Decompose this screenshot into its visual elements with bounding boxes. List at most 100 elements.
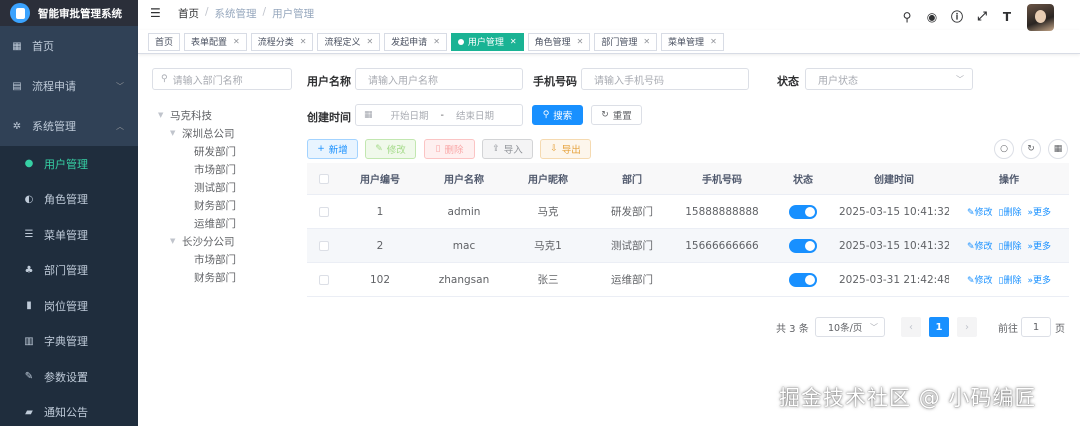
tag-home[interactable]: 首页 [148, 32, 181, 51]
select-all-checkbox[interactable] [319, 173, 329, 184]
tag-menu-management[interactable]: 菜单管理 ✕ [661, 32, 724, 51]
row-delete-link[interactable]: ▯删除 [999, 239, 1022, 252]
sidebar-item-system[interactable]: ✲ 系统管理 ︿ [0, 106, 138, 146]
close-icon[interactable]: ✕ [577, 37, 584, 46]
row-more-link[interactable]: »更多 [1028, 205, 1052, 218]
status-switch[interactable] [789, 238, 817, 253]
sidebar-item-posts[interactable]: ▮ 岗位管理 [0, 288, 138, 324]
tag-user-management[interactable]: 用户管理 ✕ [450, 32, 524, 51]
tag-process-definition[interactable]: 流程定义 ✕ [317, 32, 381, 51]
row-checkbox[interactable] [319, 274, 329, 285]
close-icon[interactable]: ✕ [710, 37, 717, 46]
start-date-input[interactable]: 开始日期 [391, 108, 429, 122]
phone-input[interactable]: 请输入手机号码 [581, 68, 749, 90]
row-edit-link[interactable]: ✎修改 [967, 205, 993, 218]
caret-down-icon: ▼ [170, 129, 176, 137]
sidebar-item-menus[interactable]: ☰ 菜单管理 [0, 217, 138, 253]
sidebar-item-depts[interactable]: ♣ 部门管理 [0, 253, 138, 289]
end-date-input[interactable]: 结束日期 [456, 108, 494, 122]
status-switch[interactable] [789, 204, 817, 219]
table-row[interactable]: 2 mac 马克1 测试部门 15666666666 2025-03-15 10… [307, 229, 1069, 263]
close-icon[interactable]: ✕ [643, 37, 650, 46]
prev-page-button[interactable]: ‹ [901, 317, 921, 337]
hamburger-icon[interactable]: ☰ [150, 6, 164, 20]
delete-button[interactable]: ▯ 删除 [424, 139, 475, 159]
tag-process-category[interactable]: 流程分类 ✕ [250, 32, 314, 51]
app-logo[interactable]: 智能审批管理系统 [0, 0, 138, 26]
github-icon[interactable]: ◉ [924, 9, 940, 25]
cell-created: 2025-03-15 10:41:32 [839, 239, 949, 252]
row-more-link[interactable]: »更多 [1028, 239, 1052, 252]
import-button[interactable]: ⇪ 导入 [482, 139, 533, 159]
edit-icon: ✎ [24, 371, 34, 383]
close-icon[interactable]: ✕ [233, 37, 240, 46]
column-header: 用户昵称 [528, 175, 568, 186]
avatar[interactable] [1027, 4, 1054, 31]
sidebar-item-dict[interactable]: ▥ 字典管理 [0, 324, 138, 360]
list-icon: ☰ [24, 229, 34, 241]
refresh-button[interactable]: ↻ [1021, 139, 1041, 159]
goto-suffix: 页 [1055, 324, 1065, 335]
close-icon[interactable]: ✕ [510, 37, 517, 46]
sidebar-item-home[interactable]: ▦ 首页 [0, 26, 138, 66]
goto-page-input[interactable]: 1 [1021, 317, 1051, 337]
fullscreen-icon[interactable]: ⤢ [974, 9, 990, 25]
row-checkbox[interactable] [319, 206, 329, 217]
status-select[interactable]: 用户状态 ﹀ [805, 68, 973, 90]
columns-button[interactable]: ▦ [1048, 139, 1068, 159]
close-icon[interactable]: ✕ [433, 37, 440, 46]
export-button[interactable]: ⇩ 导出 [540, 139, 591, 159]
navbar: ☰ 首页 / 系统管理 / 用户管理 ⚲ ◉ ⓘ ⤢ T [138, 0, 1080, 31]
tree-node[interactable]: 市场部门 [158, 250, 298, 268]
tree-node[interactable]: 财务部门 [158, 268, 298, 286]
sidebar-item-process-apply[interactable]: ▤ 流程申请 ﹀ [0, 66, 138, 106]
row-more-link[interactable]: »更多 [1028, 273, 1052, 286]
tree-node[interactable]: 市场部门 [158, 160, 298, 178]
close-icon[interactable]: ✕ [366, 37, 373, 46]
search-button[interactable]: ⚲ 搜索 [532, 105, 583, 125]
date-range-picker[interactable]: ▦ 开始日期 - 结束日期 [355, 104, 523, 126]
username-input[interactable]: 请输入用户名称 [355, 68, 523, 90]
row-edit-link[interactable]: ✎修改 [967, 239, 993, 252]
table-row[interactable]: 102 zhangsan 张三 运维部门 2025-03-31 21:42:48… [307, 263, 1069, 297]
tree-node[interactable]: ▼ 马克科技 [158, 106, 298, 124]
row-delete-link[interactable]: ▯删除 [999, 205, 1022, 218]
page-number[interactable]: 1 [929, 317, 949, 337]
tag-start-apply[interactable]: 发起申请 ✕ [384, 32, 447, 51]
app-title: 智能审批管理系统 [38, 7, 122, 20]
reset-button[interactable]: ↻ 重置 [591, 105, 642, 125]
tree-node[interactable]: 财务部门 [158, 196, 298, 214]
tree-node[interactable]: 测试部门 [158, 178, 298, 196]
sidebar-item-roles[interactable]: ◐ 角色管理 [0, 182, 138, 218]
table-row[interactable]: 1 admin 马克 研发部门 15888888888 2025-03-15 1… [307, 195, 1069, 229]
chevron-down-icon: ﹀ [116, 81, 124, 91]
breadcrumb-item[interactable]: 首页 [178, 6, 199, 21]
sidebar-item-users[interactable]: ● 用户管理 [0, 146, 138, 182]
tree-node[interactable]: 运维部门 [158, 214, 298, 232]
edit-button[interactable]: ✎ 修改 [365, 139, 416, 159]
toggle-search-button[interactable]: ○ [994, 139, 1014, 159]
page-size-select[interactable]: 10条/页 ﹀ [815, 317, 885, 337]
column-header: 手机号码 [702, 175, 742, 186]
row-checkbox[interactable] [319, 240, 329, 251]
row-edit-link[interactable]: ✎修改 [967, 273, 993, 286]
tag-role-management[interactable]: 角色管理 ✕ [527, 32, 591, 51]
row-delete-link[interactable]: ▯删除 [999, 273, 1022, 286]
font-size-icon[interactable]: T [999, 9, 1015, 25]
status-switch[interactable] [789, 272, 817, 287]
tag-form-config[interactable]: 表单配置 ✕ [184, 32, 247, 51]
sidebar-item-notices[interactable]: ▰ 通知公告 [0, 395, 138, 426]
dept-tree: ▼ 马克科技 ▼ 深圳总公司 研发部门 市场部门 测试部门 财务部门 运维部门 ▼ 长… [158, 106, 298, 286]
dept-search-input[interactable]: ⚲ 请输入部门名称 [152, 68, 292, 90]
close-icon[interactable]: ✕ [300, 37, 307, 46]
search-icon[interactable]: ⚲ [899, 9, 915, 25]
sidebar-item-params[interactable]: ✎ 参数设置 [0, 359, 138, 395]
add-button[interactable]: + 新增 [307, 139, 358, 159]
tree-node[interactable]: ▼ 长沙分公司 [158, 232, 298, 250]
tag-dept-management[interactable]: 部门管理 ✕ [594, 32, 658, 51]
next-page-button[interactable]: › [957, 317, 977, 337]
help-icon[interactable]: ⓘ [949, 9, 965, 25]
tree-node[interactable]: 研发部门 [158, 142, 298, 160]
edit-icon: ✎ [966, 208, 975, 218]
tree-node[interactable]: ▼ 深圳总公司 [158, 124, 298, 142]
